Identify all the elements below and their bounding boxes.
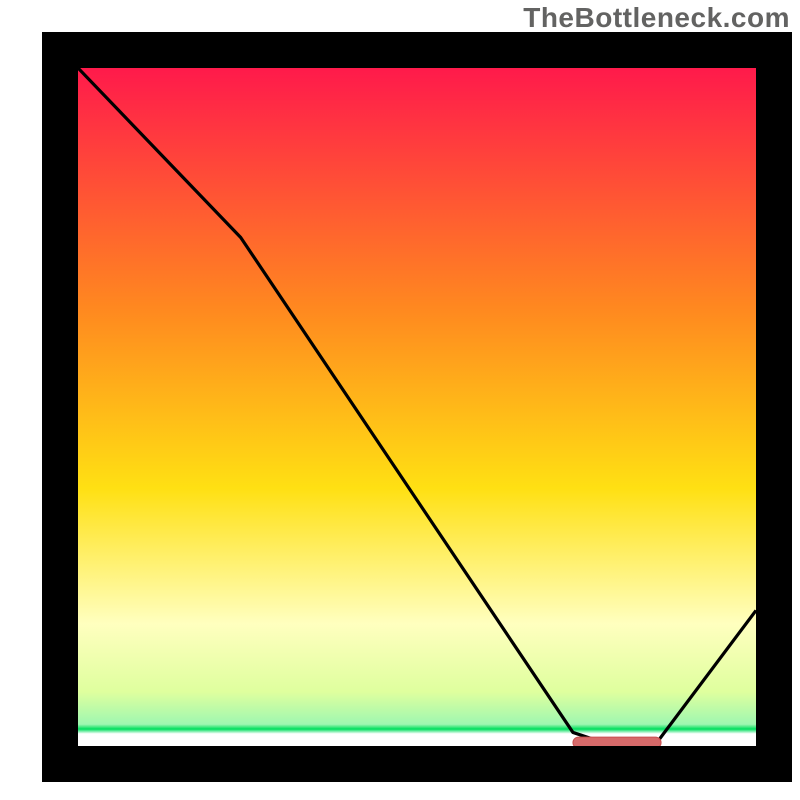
plot-background-gradient	[78, 68, 756, 746]
watermark-label: TheBottleneck.com	[523, 2, 790, 34]
chart-container: TheBottleneck.com	[0, 0, 800, 800]
bottleneck-chart	[0, 0, 800, 800]
